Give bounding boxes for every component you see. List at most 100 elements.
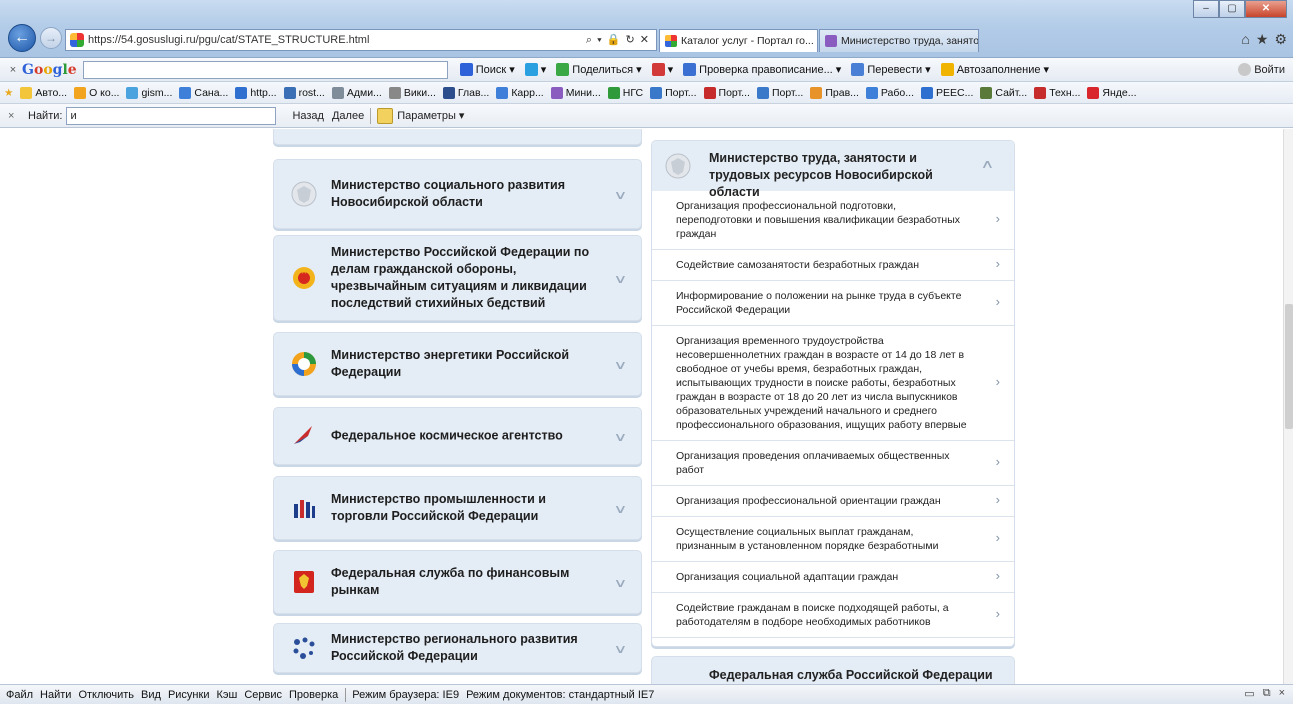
agency-card[interactable]: Федеральная служба по финансовым рынкам ∨ [273,550,642,614]
favorite-link[interactable]: rost... [283,86,325,99]
service-item[interactable]: Организация временного трудоустройства н… [652,326,1014,441]
menu-file[interactable]: Файл [6,689,33,701]
service-item[interactable]: Осуществление социальных выплат граждана… [652,517,1014,562]
favorites-star-icon[interactable]: ★ [4,87,13,99]
find-options-button[interactable]: Параметры ▾ [370,107,464,124]
favorite-link[interactable]: Глав... [442,86,489,99]
agency-card[interactable]: Министерство промышленности и торговли Р… [273,476,642,540]
minimize-button[interactable]: – [1193,0,1219,18]
expanded-card-header[interactable]: Министерство труда, занятости и трудовых… [652,141,1014,199]
menu-tools[interactable]: Сервис [244,689,282,701]
home-icon[interactable]: ⌂ [1241,31,1249,48]
google-autofill-button[interactable]: Автозаполнение ▾ [940,63,1049,76]
google-search-input[interactable] [82,60,448,79]
chevron-right-icon: › [995,568,1000,583]
google-translate-button[interactable]: Перевести ▾ [851,63,931,76]
back-button[interactable]: ← [8,24,36,52]
agency-card[interactable]: Министерство социального развития Новоси… [273,159,642,229]
chevron-down-icon[interactable]: ∨ [614,272,628,286]
address-bar[interactable]: https://54.gosuslugi.ru/pgu/cat/STATE_ST… [65,29,657,51]
favorite-link[interactable]: НГС [607,86,643,99]
chevron-down-icon[interactable]: ∨ [614,188,628,202]
find-prev-button[interactable]: Назад [292,110,324,122]
favorite-link[interactable]: Порт... [650,86,697,99]
service-item[interactable]: Организация социальной адаптации граждан… [652,562,1014,593]
favorite-link[interactable]: Авто... [20,86,67,99]
address-controls[interactable]: ⌕ ▾ 🔒 ↻ ✕ [586,33,656,47]
tab-ministry[interactable]: Министерство труда, занятос... [819,29,979,52]
tab-catalog[interactable]: Каталог услуг - Портал го... ✕ [659,29,818,52]
favorite-link[interactable]: gism... [126,86,172,99]
service-item[interactable]: Информирование о положении на рынке труд… [652,281,1014,326]
forward-button[interactable]: → [40,27,62,49]
menu-view[interactable]: Вид [141,689,161,701]
google-plus-button[interactable]: ▾ [524,63,546,76]
menu-cache[interactable]: Кэш [216,689,237,701]
chevron-down-icon[interactable]: ∨ [614,576,628,590]
find-next-button[interactable]: Далее [332,110,364,122]
favorite-link[interactable]: Сайт... [980,86,1027,99]
chevron-down-icon[interactable]: ∨ [614,430,628,444]
google-search-button[interactable]: Поиск ▾ [459,63,515,76]
google-toolbar-close-icon[interactable]: × [4,64,22,76]
favorite-link[interactable]: Прав... [810,86,859,99]
maximize-button[interactable]: ▢ [1219,0,1245,18]
chevron-down-icon[interactable]: ∨ [614,642,628,656]
menu-images[interactable]: Рисунки [168,689,210,701]
favorite-link[interactable]: Вики... [388,86,436,99]
address-url[interactable]: https://54.gosuslugi.ru/pgu/cat/STATE_ST… [88,34,586,46]
favorites-star-icon[interactable]: ★ [1256,31,1269,48]
favorite-site-icon [442,86,455,99]
favorite-link[interactable]: Порт... [756,86,803,99]
menu-disable[interactable]: Отключить [78,689,134,701]
find-close-icon[interactable]: × [8,110,22,122]
vertical-scrollbar[interactable] [1283,129,1293,684]
tab-label: Министерство труда, занятос... [841,35,979,47]
agency-card-partial[interactable] [273,129,642,145]
service-item[interactable]: Организация проведения оплачиваемых обще… [652,441,1014,486]
service-item[interactable]: Организация психологической поддержки бе… [652,638,1014,646]
agency-card[interactable]: Министерство регионального развития Росс… [273,623,642,673]
favorite-link[interactable]: О ко... [74,86,119,99]
service-item[interactable]: Содействие самозанятости безработных гра… [652,250,1014,281]
restore-icon[interactable]: ▭ [1244,687,1254,700]
favorite-link[interactable]: Техн... [1034,86,1080,99]
options-icon [377,107,394,124]
google-popup-button[interactable]: ▾ [651,63,673,76]
google-spellcheck-button[interactable]: Проверка правописание... ▾ [683,63,841,76]
agency-card[interactable]: Федеральное космическое агентство ∨ [273,407,642,465]
favorite-link[interactable]: РЕЕС... [921,86,973,99]
google-toolbar: × Google Поиск ▾ ▾ Поделиться ▾ ▾ Провер… [0,58,1293,82]
service-item[interactable]: Организация профессиональной подготовки,… [652,191,1014,250]
chevron-down-icon[interactable]: ∨ [614,358,628,372]
chevron-down-icon[interactable]: ∨ [614,502,628,516]
expanded-agency-card: Министерство труда, занятости и трудовых… [651,140,1015,647]
agency-card[interactable]: Министерство энергетики Российской Федер… [273,332,642,396]
favorite-link[interactable]: Карр... [496,86,544,99]
scrollbar-thumb[interactable] [1285,304,1293,429]
favorite-link[interactable]: Сана... [179,86,228,99]
find-input[interactable]: и [66,106,277,125]
agency-card[interactable]: Министерство Российской Федерации по дел… [273,235,642,321]
favorite-link[interactable]: Рабо... [865,86,914,99]
favorite-link[interactable]: Порт... [703,86,750,99]
menu-find[interactable]: Найти [40,689,71,701]
favorite-link[interactable]: Янде... [1087,86,1137,99]
settings-gear-icon[interactable]: ⚙ [1274,31,1287,48]
close-devtools-icon[interactable]: × [1279,687,1285,700]
google-login-button[interactable]: Войти [1238,63,1285,76]
menu-validate[interactable]: Проверка [289,689,338,701]
favorite-link[interactable]: http... [235,86,277,99]
agency-card-federal-service[interactable]: Федеральная служба Российской Федерации [651,656,1015,684]
service-item[interactable]: Организация профессиональной ориентации … [652,486,1014,517]
favorite-site-icon [607,86,620,99]
popout-icon[interactable]: ⧉ [1263,687,1271,700]
favorite-link[interactable]: Мини... [550,86,601,99]
window-close-button[interactable]: ✕ [1245,0,1287,18]
service-item[interactable]: Содействие гражданам в поиске подходящей… [652,593,1014,638]
browser-mode[interactable]: Режим браузера: IE9 [352,689,459,701]
chevron-up-icon[interactable]: ∧ [981,157,995,171]
document-mode[interactable]: Режим документов: стандартный IE7 [466,689,654,701]
favorite-link[interactable]: Адми... [331,86,382,99]
google-share-button[interactable]: Поделиться ▾ [556,63,642,76]
